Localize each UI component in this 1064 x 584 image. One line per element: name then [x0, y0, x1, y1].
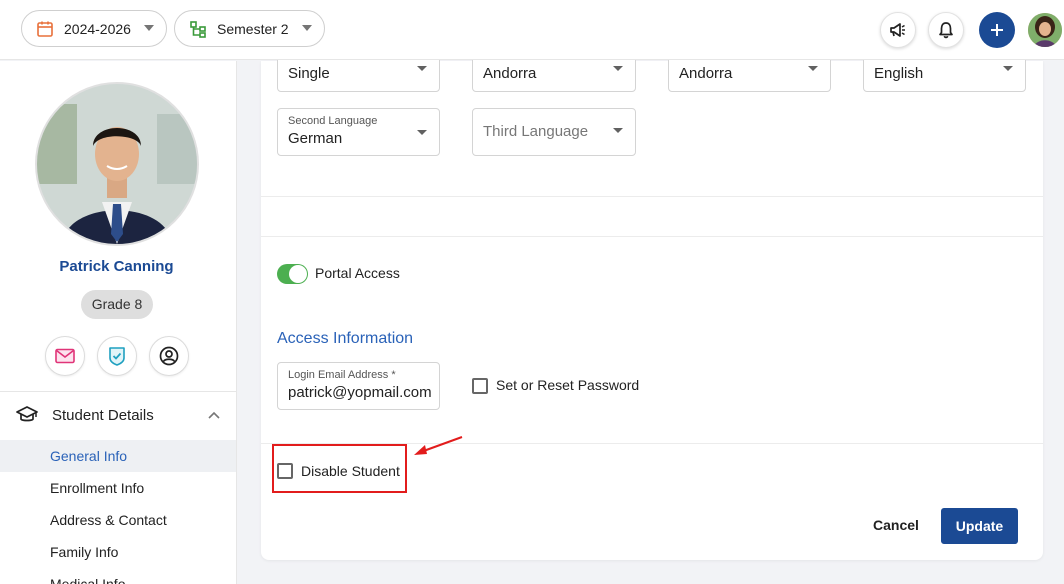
graduation-cap-icon: [16, 406, 38, 422]
mail-icon: [55, 348, 75, 364]
portal-access-label: Portal Access: [315, 265, 400, 281]
academic-year-value: 2024-2026: [64, 20, 131, 37]
sidebar-item-family-info[interactable]: Family Info: [0, 536, 236, 568]
chevron-down-icon: [144, 25, 154, 31]
notifications-button[interactable]: [928, 12, 964, 48]
annotation-arrow-icon: [414, 436, 463, 455]
general-info-form: Single Andorra Andorra English Second La…: [261, 44, 1043, 560]
chevron-down-icon: [417, 130, 427, 135]
cancel-button[interactable]: Cancel: [866, 508, 926, 542]
top-bar: 2024-2026 Semester 2: [0, 0, 1064, 60]
nationality-value: Andorra: [483, 65, 537, 82]
student-photo: [35, 82, 199, 246]
chevron-up-icon: [208, 411, 220, 419]
chevron-down-icon: [417, 66, 427, 71]
add-button[interactable]: [979, 12, 1015, 48]
second-language-value: German: [288, 130, 343, 147]
user-avatar[interactable]: [1028, 13, 1062, 47]
chevron-down-icon: [613, 66, 623, 71]
account-circle-icon: [159, 346, 179, 366]
third-language-select[interactable]: Third Language: [472, 108, 636, 156]
sidebar-item-enrollment-info[interactable]: Enrollment Info: [0, 472, 236, 504]
sidebar-item-medical-info[interactable]: Medical Info: [0, 568, 236, 584]
student-profile-panel: Patrick Canning Grade 8 Student Details …: [0, 61, 237, 584]
calendar-icon: [36, 20, 54, 38]
announcements-button[interactable]: [880, 12, 916, 48]
plus-icon: [991, 24, 1003, 36]
verified-shield-icon: [109, 347, 125, 366]
grade-badge: Grade 8: [81, 290, 153, 319]
login-email-value: patrick@yopmail.com: [288, 384, 432, 401]
reset-password-label: Set or Reset Password: [496, 377, 640, 393]
second-language-select[interactable]: Second Language German: [277, 108, 440, 156]
portal-access-toggle[interactable]: [277, 264, 308, 284]
student-portrait: [37, 84, 197, 244]
bell-icon: [939, 22, 953, 39]
email-student-button[interactable]: [45, 336, 85, 376]
student-details-title: Student Details: [52, 406, 154, 424]
chevron-down-icon: [613, 128, 623, 133]
user-photo: [1028, 13, 1062, 47]
verify-student-button[interactable]: [97, 336, 137, 376]
semester-value: Semester 2: [217, 20, 289, 37]
access-information-title: Access Information: [277, 330, 414, 347]
academic-year-selector[interactable]: 2024-2026: [21, 10, 167, 47]
megaphone-icon: [890, 23, 905, 37]
student-account-button[interactable]: [149, 336, 189, 376]
second-language-label: Second Language: [288, 115, 378, 127]
third-language-placeholder: Third Language: [483, 123, 589, 140]
student-details-section-header[interactable]: Student Details: [0, 392, 236, 438]
login-email-label: Login Email Address *: [288, 369, 396, 381]
marital-status-value: Single: [288, 65, 330, 82]
first-language-value: English: [874, 65, 924, 82]
divider: [261, 236, 1043, 237]
reset-password-checkbox[interactable]: [472, 378, 488, 394]
country-value: Andorra: [679, 65, 733, 82]
sidebar-item-address-contact[interactable]: Address & Contact: [0, 504, 236, 536]
sidebar-item-general-info[interactable]: General Info: [0, 440, 236, 472]
highlight-box: [272, 444, 407, 493]
hierarchy-icon: [189, 20, 207, 38]
semester-selector[interactable]: Semester 2: [174, 10, 325, 47]
chevron-down-icon: [808, 66, 818, 71]
student-name: Patrick Canning: [59, 258, 174, 275]
login-email-field[interactable]: Login Email Address * patrick@yopmail.co…: [277, 362, 440, 410]
toggle-knob: [289, 265, 307, 283]
chevron-down-icon: [1003, 66, 1013, 71]
chevron-down-icon: [302, 25, 312, 31]
divider: [261, 196, 1043, 197]
update-button[interactable]: Update: [941, 508, 1018, 544]
